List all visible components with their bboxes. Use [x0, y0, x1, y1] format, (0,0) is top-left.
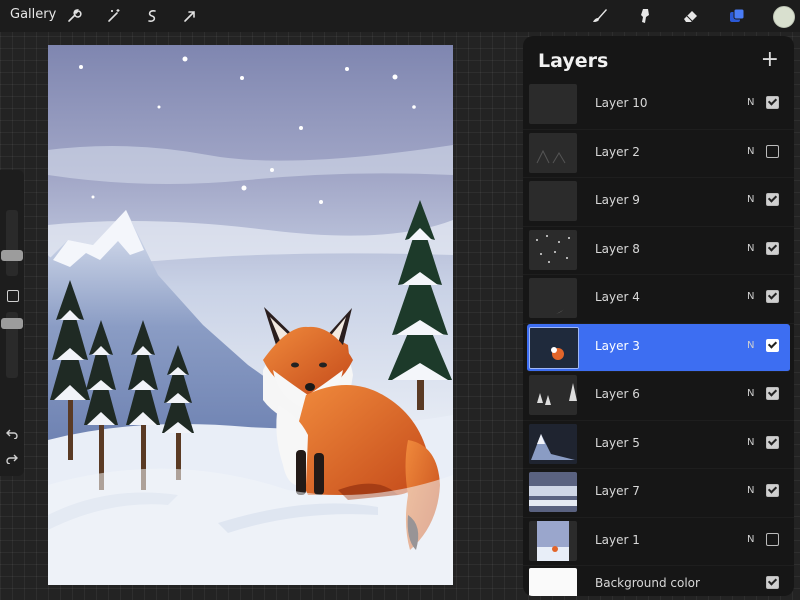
layer-name: Layer 2: [595, 144, 640, 159]
layer-row-10[interactable]: Layer 10 N: [523, 81, 794, 130]
layer-name: Layer 9: [595, 193, 640, 207]
layer-row-8[interactable]: Layer 8 N: [523, 227, 794, 275]
layers-title: Layers: [538, 50, 609, 72]
blend-mode-button[interactable]: N: [747, 534, 754, 545]
layer-name: Layer 4: [595, 290, 640, 304]
blend-mode-button[interactable]: N: [747, 340, 754, 351]
layer-name: Layer 6: [595, 387, 640, 401]
opacity-thumb[interactable]: [1, 318, 23, 329]
brush-size-thumb[interactable]: [1, 250, 23, 261]
selection-icon[interactable]: [140, 4, 164, 28]
background-color-thumbnail[interactable]: [529, 568, 577, 596]
layer-row-7[interactable]: Layer 7 N: [523, 469, 794, 518]
layer-thumbnail: [529, 181, 577, 221]
blend-mode-button[interactable]: N: [747, 485, 754, 496]
layer-row-6[interactable]: Layer 6 N: [523, 372, 794, 421]
visibility-checkbox[interactable]: [766, 144, 779, 158]
redo-icon[interactable]: [5, 451, 19, 465]
visibility-checkbox[interactable]: [766, 96, 779, 109]
blend-mode-button[interactable]: N: [747, 243, 754, 254]
blend-mode-button[interactable]: N: [747, 437, 754, 448]
brush-icon[interactable]: [587, 4, 611, 28]
visibility-checkbox[interactable]: [766, 193, 779, 206]
layer-thumbnail: [529, 423, 577, 464]
layer-row-3[interactable]: Layer 3 N: [527, 323, 790, 372]
visibility-checkbox[interactable]: [766, 290, 779, 303]
blend-mode-button[interactable]: N: [747, 291, 754, 302]
layer-thumbnail: [529, 84, 577, 124]
color-picker-swatch[interactable]: [773, 6, 795, 28]
top-toolbar: Gallery: [0, 0, 800, 32]
blend-mode-button[interactable]: N: [747, 146, 754, 157]
visibility-checkbox[interactable]: [766, 484, 779, 497]
visibility-checkbox[interactable]: [766, 532, 779, 546]
add-layer-button[interactable]: +: [761, 49, 779, 71]
modify-button[interactable]: [7, 290, 19, 302]
layer-thumbnail: [529, 472, 577, 512]
layer-thumbnail: [529, 132, 577, 173]
wrench-icon[interactable]: [62, 4, 86, 28]
layer-row-5[interactable]: Layer 5 N: [523, 421, 794, 469]
layer-row-9[interactable]: Layer 9 N: [523, 178, 794, 227]
layer-name: Layer 5: [595, 435, 640, 450]
eraser-icon[interactable]: [679, 4, 703, 28]
undo-icon[interactable]: [5, 426, 19, 440]
visibility-checkbox[interactable]: [766, 241, 779, 255]
brush-size-slider[interactable]: [6, 210, 18, 276]
visibility-checkbox[interactable]: [766, 387, 779, 400]
magic-wand-icon[interactable]: [102, 4, 126, 28]
layers-panel: Layers + Layer 10 N Layer 2 N Layer 9 N: [523, 36, 794, 596]
layer-name: Layer 8: [595, 241, 640, 256]
blend-mode-button[interactable]: N: [747, 194, 754, 205]
blend-mode-button[interactable]: N: [747, 388, 754, 399]
transform-arrow-icon[interactable]: [178, 4, 202, 28]
visibility-checkbox[interactable]: [766, 576, 779, 589]
layer-thumbnail: [529, 326, 579, 369]
layer-row-1[interactable]: Layer 1 N: [523, 518, 794, 566]
layer-name: Layer 7: [595, 484, 640, 498]
layer-name: Layer 1: [595, 532, 640, 547]
layer-thumbnail: [529, 278, 577, 318]
left-sidebar: [0, 170, 24, 476]
layer-thumbnail: [529, 520, 577, 561]
layer-thumbnail: [529, 229, 577, 270]
layer-name: Background color: [595, 576, 700, 590]
visibility-checkbox[interactable]: [766, 338, 779, 352]
layer-row-4[interactable]: Layer 4 N: [523, 275, 794, 324]
visibility-checkbox[interactable]: [766, 435, 779, 449]
drawing-canvas[interactable]: [48, 45, 453, 585]
layer-thumbnail: [529, 375, 577, 415]
smudge-icon[interactable]: [633, 4, 657, 28]
layer-row-background[interactable]: Background color: [523, 566, 794, 596]
blend-mode-button[interactable]: N: [747, 97, 754, 108]
layer-name: Layer 10: [595, 96, 648, 110]
layer-row-2[interactable]: Layer 2 N: [523, 130, 794, 178]
layer-name: Layer 3: [595, 338, 640, 353]
gallery-button[interactable]: Gallery: [10, 7, 56, 22]
layers-icon[interactable]: [725, 4, 749, 28]
